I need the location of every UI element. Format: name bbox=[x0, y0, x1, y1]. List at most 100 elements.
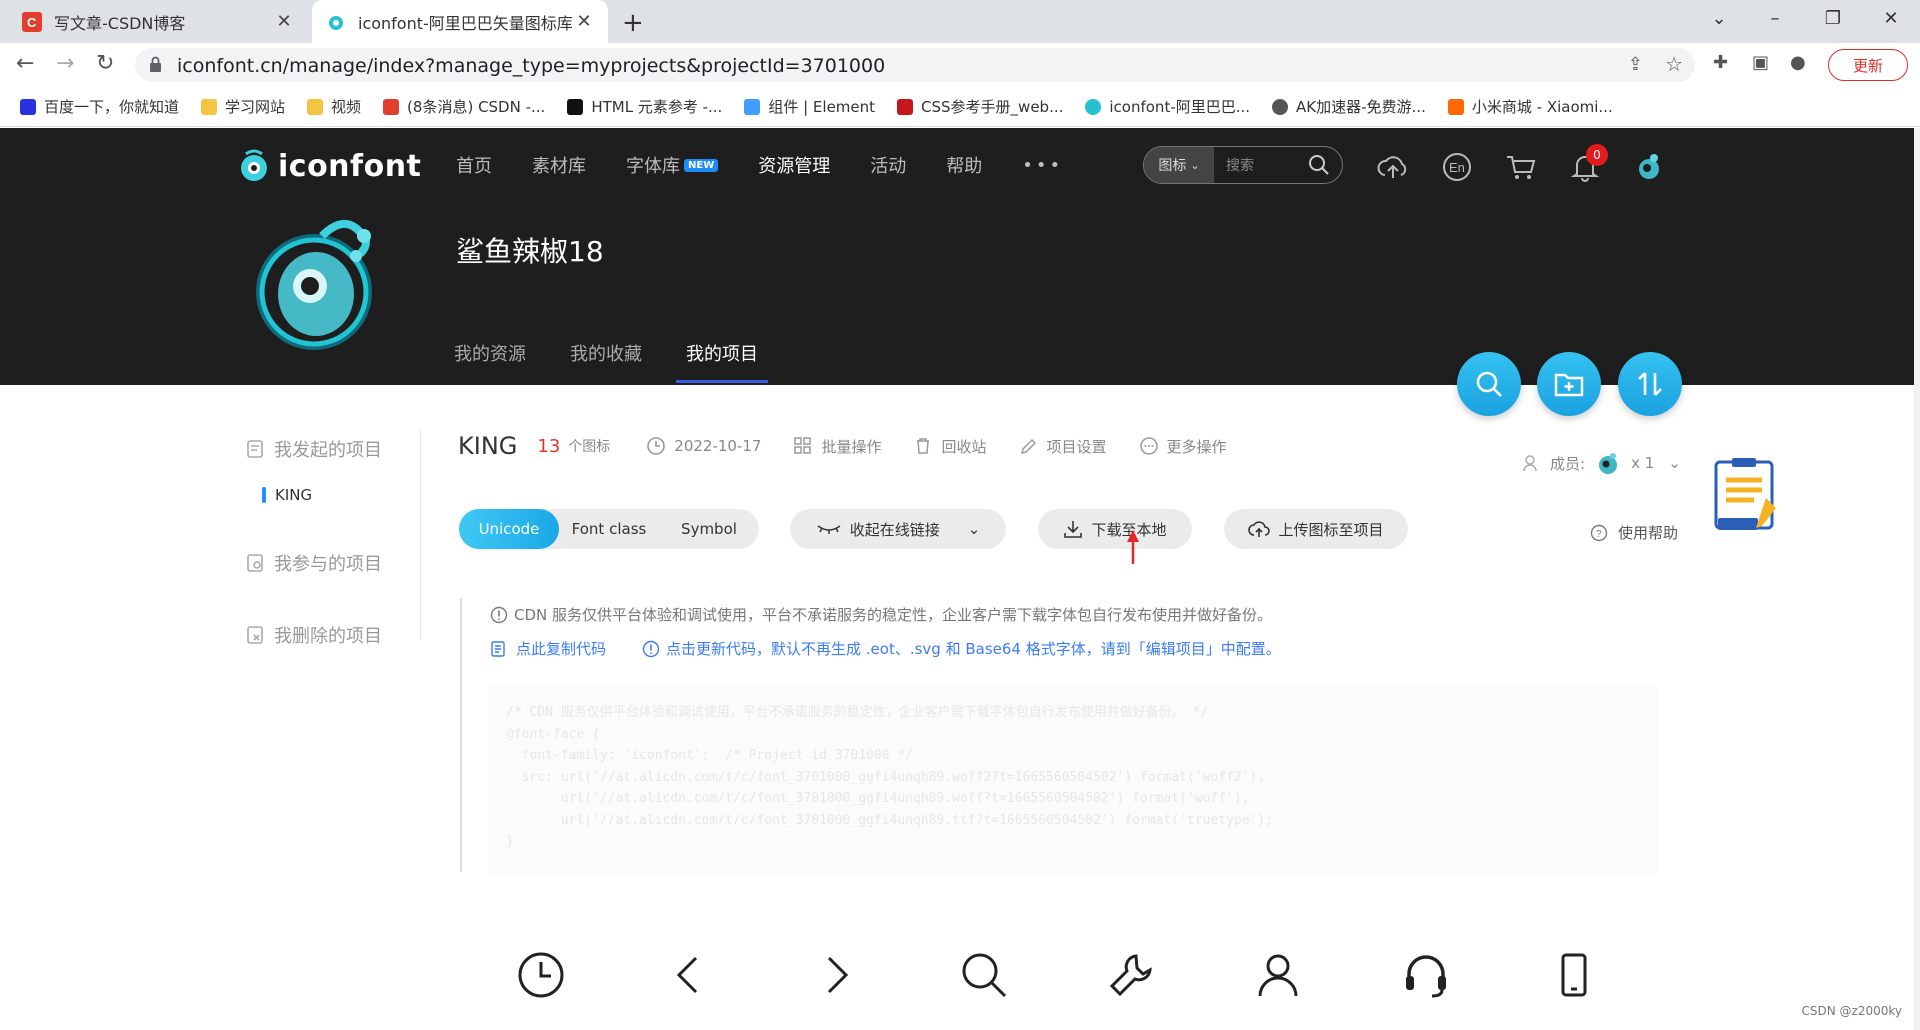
share-icon[interactable]: ⇪ bbox=[1628, 54, 1643, 75]
chevron-right-icon[interactable] bbox=[811, 950, 861, 1000]
nav-home[interactable]: 首页 bbox=[456, 152, 492, 178]
fab-sort-button[interactable] bbox=[1618, 352, 1682, 416]
bookmarks-bar: 百度一下，你就知道 学习网站 视频 (8条消息) CSDN -... HTML … bbox=[0, 87, 1920, 127]
tab-title: iconfont-阿里巴巴矢量图标库 bbox=[358, 13, 573, 33]
tab-my-projects[interactable]: 我的项目 bbox=[676, 340, 768, 383]
sidebar-item-joined[interactable]: 我参与的项目 bbox=[246, 550, 382, 576]
nav-resource-manage[interactable]: 资源管理 bbox=[758, 152, 830, 178]
search-input[interactable]: 搜索 bbox=[1226, 155, 1308, 175]
mode-unicode[interactable]: Unicode bbox=[459, 509, 559, 549]
nav-activities[interactable]: 活动 bbox=[870, 152, 906, 178]
profile-subnav: 我的资源 我的收藏 我的项目 bbox=[454, 340, 812, 383]
restore-button[interactable]: ❐ bbox=[1818, 8, 1848, 29]
recycle-bin-button[interactable]: 回收站 bbox=[913, 436, 987, 457]
user-icon[interactable] bbox=[1253, 950, 1303, 1000]
sidebar-item-deleted[interactable]: 我删除的项目 bbox=[246, 622, 382, 648]
nav-materials[interactable]: 素材库 bbox=[532, 152, 586, 178]
bookmark-ak[interactable]: AK加速器-免费游... bbox=[1272, 96, 1426, 117]
more-circle-icon bbox=[1139, 437, 1158, 455]
upload-cloud-icon[interactable] bbox=[1376, 150, 1410, 184]
phone-icon[interactable] bbox=[1549, 950, 1599, 1000]
search-icon[interactable] bbox=[959, 950, 1009, 1000]
upload-to-project-button[interactable]: 上传图标至项目 bbox=[1224, 509, 1408, 549]
more-icon[interactable]: ••• bbox=[1022, 155, 1063, 176]
bookmark-csdn[interactable]: (8条消息) CSDN -... bbox=[383, 96, 545, 117]
mode-symbol[interactable]: Symbol bbox=[659, 509, 759, 549]
headset-icon[interactable] bbox=[1401, 950, 1451, 1000]
user-avatar[interactable] bbox=[1632, 150, 1666, 184]
update-button[interactable]: 更新 bbox=[1828, 49, 1908, 81]
close-icon[interactable]: ✕ bbox=[574, 11, 594, 32]
window-close-button[interactable]: ✕ bbox=[1876, 8, 1906, 29]
bookmark-iconfont[interactable]: iconfont-阿里巴巴... bbox=[1085, 96, 1250, 117]
code-mode-toggle: Unicode Font class Symbol bbox=[459, 509, 759, 549]
tab-csdn[interactable]: C 写文章-CSDN博客 ✕ bbox=[8, 0, 308, 43]
bookmark-mdn[interactable]: HTML 元素参考 -... bbox=[567, 96, 722, 117]
wrench-icon[interactable] bbox=[1106, 950, 1156, 1000]
mode-font-class[interactable]: Font class bbox=[559, 509, 659, 549]
forward-icon[interactable]: → bbox=[56, 51, 74, 76]
quick-start-illustration[interactable] bbox=[1708, 458, 1780, 536]
more-operations-button[interactable]: 更多操作 bbox=[1139, 436, 1227, 457]
project-settings-button[interactable]: 项目设置 bbox=[1019, 436, 1107, 457]
reload-icon[interactable]: ↻ bbox=[96, 51, 114, 76]
tab-search-icon[interactable]: ⌄ bbox=[1704, 8, 1734, 29]
tab-my-resources[interactable]: 我的资源 bbox=[454, 340, 526, 383]
bookmark-mi[interactable]: 小米商城 - Xiaomi... bbox=[1447, 96, 1613, 117]
font-face-code[interactable]: /* CDN 服务仅供平台体验和调试使用，平台不承诺服务的稳定性，企业客户需下载… bbox=[488, 686, 1658, 874]
profile-avatar bbox=[256, 220, 372, 350]
bookmark-star-icon[interactable]: ☆ bbox=[1665, 52, 1683, 76]
bookmark-video[interactable]: 视频 bbox=[307, 96, 361, 117]
new-tab-button[interactable]: + bbox=[622, 8, 644, 38]
url-bar[interactable]: iconfont.cn/manage/index?manage_type=myp… bbox=[135, 48, 1695, 82]
cart-icon[interactable] bbox=[1504, 150, 1538, 184]
sidebar-item-started[interactable]: 我发起的项目 bbox=[246, 436, 382, 462]
iconfont-logo[interactable]: iconfont bbox=[236, 148, 421, 184]
icon-preview-row bbox=[510, 950, 1610, 1006]
tab-title: 写文章-CSDN博客 bbox=[54, 13, 186, 33]
bookmark-baidu[interactable]: 百度一下，你就知道 bbox=[20, 96, 179, 117]
minimize-button[interactable]: – bbox=[1760, 8, 1790, 29]
members-icon bbox=[1523, 455, 1537, 472]
usage-help-link[interactable]: ? 使用帮助 bbox=[1590, 522, 1678, 543]
search-type-select[interactable]: 图标 ⌄ bbox=[1144, 147, 1214, 183]
code-actions: 点此复制代码 点击更新代码，默认不再生成 .eot、.svg 和 Base64 … bbox=[490, 638, 1281, 659]
fab-search-button[interactable] bbox=[1457, 352, 1521, 416]
profile-icon[interactable]: ● bbox=[1790, 52, 1806, 73]
copy-code-link[interactable]: 点此复制代码 bbox=[516, 638, 606, 659]
update-code-link[interactable]: 点击更新代码，默认不再生成 .eot、.svg 和 Base64 格式字体，请到… bbox=[666, 638, 1281, 659]
members-dropdown[interactable]: 成员: x 1 ⌄ bbox=[1522, 450, 1681, 476]
chevron-down-icon: ⌄ bbox=[967, 520, 981, 538]
collapse-online-link-button[interactable]: 收起在线链接 ⌄ bbox=[790, 509, 1006, 549]
nav-fonts[interactable]: 字体库 NEW bbox=[626, 152, 719, 178]
nav-help[interactable]: 帮助 bbox=[946, 152, 982, 178]
sidepanel-icon[interactable]: ▣ bbox=[1752, 52, 1769, 73]
document-search-icon bbox=[247, 554, 263, 572]
lock-icon bbox=[150, 56, 161, 72]
close-icon[interactable]: ✕ bbox=[274, 11, 294, 32]
sidebar-project-king[interactable]: KING bbox=[262, 486, 312, 504]
chevron-down-icon: ⌄ bbox=[1668, 454, 1681, 472]
edit-icon bbox=[1020, 438, 1036, 455]
chevron-down-icon: ⌄ bbox=[1190, 158, 1200, 172]
question-icon: ? bbox=[1590, 524, 1608, 541]
language-en-icon[interactable]: En bbox=[1440, 150, 1474, 184]
batch-operation-button[interactable]: 批量操作 bbox=[793, 436, 881, 457]
page-scrollbar[interactable] bbox=[1914, 128, 1920, 1030]
chevron-left-icon[interactable] bbox=[664, 950, 714, 1000]
info-icon bbox=[490, 606, 508, 623]
download-local-button[interactable]: 下载至本地 bbox=[1038, 509, 1192, 549]
bookmark-study[interactable]: 学习网站 bbox=[201, 96, 285, 117]
project-name: KING bbox=[458, 432, 518, 460]
tab-my-favorites[interactable]: 我的收藏 bbox=[570, 340, 642, 383]
bookmark-css[interactable]: CSS参考手册_web... bbox=[897, 96, 1063, 117]
fab-new-folder-button[interactable] bbox=[1537, 352, 1601, 416]
extensions-icon[interactable]: ✚ bbox=[1713, 52, 1728, 73]
search-icon[interactable] bbox=[1308, 154, 1330, 176]
tab-iconfont[interactable]: iconfont-阿里巴巴矢量图标库 ✕ bbox=[312, 0, 608, 43]
bookmark-element[interactable]: 组件 | Element bbox=[744, 96, 875, 117]
clock-icon[interactable] bbox=[516, 950, 566, 1000]
red-arrow-annotation-icon bbox=[1127, 530, 1139, 564]
back-icon[interactable]: ← bbox=[16, 51, 34, 76]
site-search: 图标 ⌄ 搜索 bbox=[1143, 146, 1343, 184]
